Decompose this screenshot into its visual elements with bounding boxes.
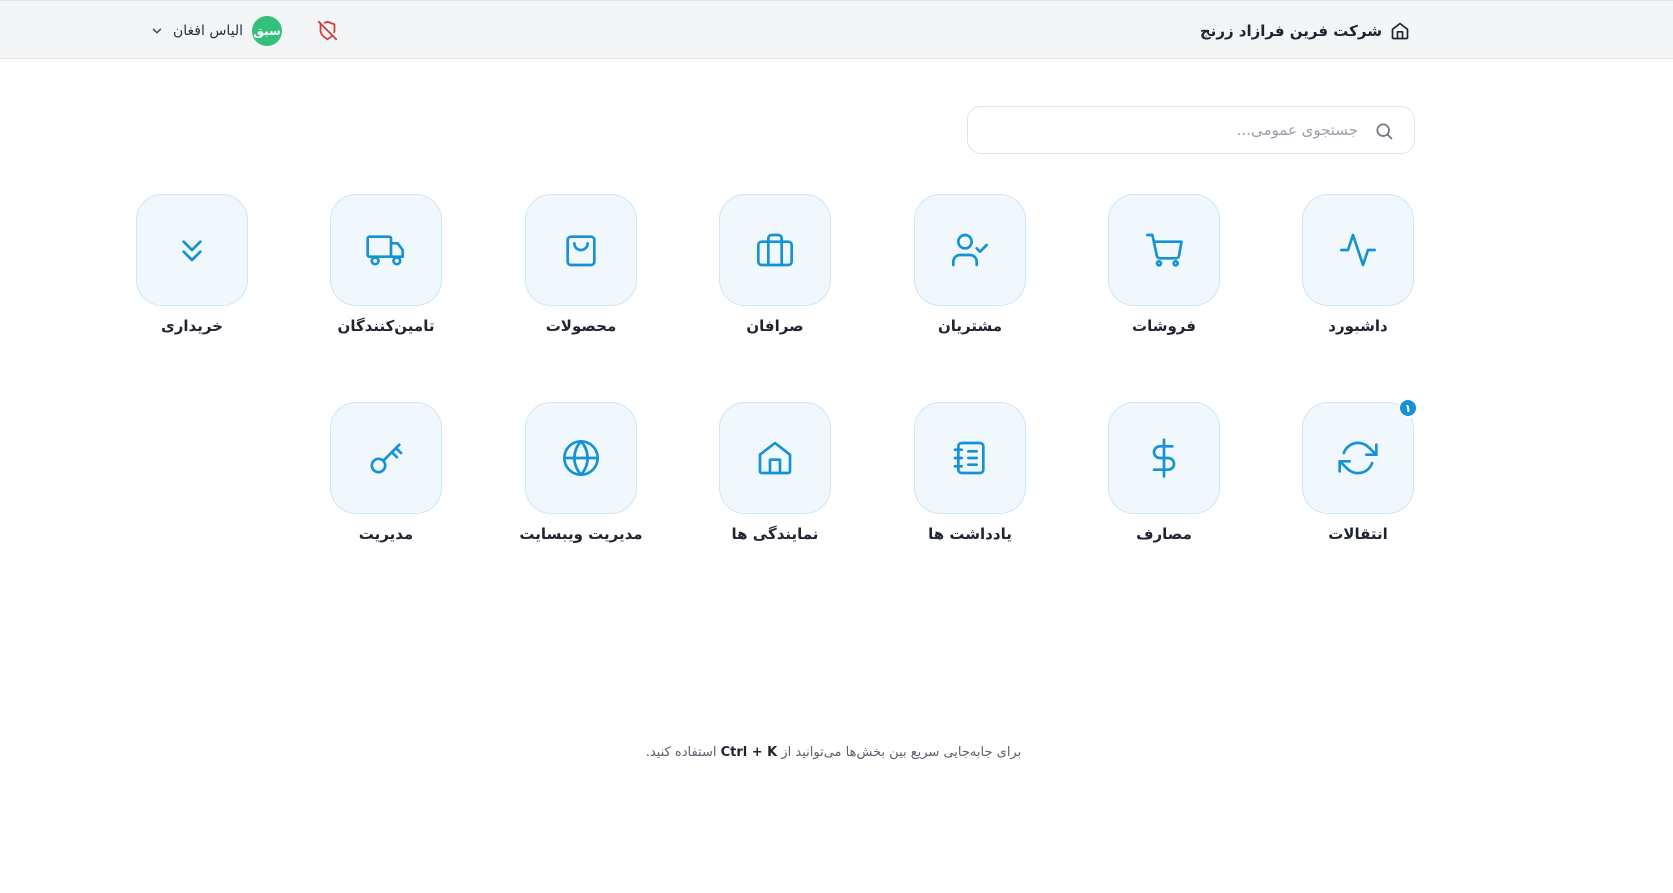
module-label: فروشات xyxy=(1132,317,1196,335)
hint-text-after: استفاده کنید. xyxy=(645,745,717,760)
module-icon-box xyxy=(525,402,637,514)
global-search xyxy=(967,106,1415,154)
module-label: محصولات xyxy=(545,317,617,335)
module-administration[interactable]: مدیریت xyxy=(289,402,483,552)
module-suppliers[interactable]: تامین‌کنندگان xyxy=(289,194,483,344)
notification-badge: ۱ xyxy=(1398,398,1418,418)
module-transfers[interactable]: ۱ انتقالات xyxy=(1261,398,1455,552)
module-sales[interactable]: فروشات xyxy=(1067,194,1261,344)
top-bar: شرکت فرین فرازاد زرنج الیاس افغان سبق xyxy=(0,0,1673,59)
module-label: خریداری xyxy=(161,317,223,335)
keyboard-shortcut: Ctrl + K xyxy=(720,745,778,760)
home-icon xyxy=(1391,22,1409,40)
module-label: مشتریان xyxy=(937,317,1003,335)
home-icon xyxy=(758,441,792,475)
module-label: داشبورد xyxy=(1328,317,1388,335)
module-icon-box xyxy=(330,194,442,306)
module-icon-box xyxy=(525,194,637,306)
module-label: مصارف xyxy=(1136,525,1192,543)
module-icon-box xyxy=(914,194,1026,306)
module-exchangers[interactable]: صرافان xyxy=(678,194,872,344)
module-icon-box xyxy=(136,194,248,306)
module-products[interactable]: محصولات xyxy=(484,194,678,344)
search-icon xyxy=(1376,123,1393,140)
module-label: تامین‌کنندگان xyxy=(337,317,435,335)
key-icon xyxy=(370,443,403,474)
user-menu[interactable]: الیاس افغان سبق xyxy=(150,16,283,46)
refresh-icon xyxy=(1338,441,1378,475)
module-icon-box xyxy=(1108,402,1220,514)
module-icon-box xyxy=(330,402,442,514)
module-website-management[interactable]: مدیریت ویبسایت xyxy=(484,402,678,552)
module-icon-box: ۱ xyxy=(1302,398,1418,514)
module-icon-box xyxy=(1108,194,1220,306)
module-agencies[interactable]: نمایندگی ها xyxy=(678,402,872,552)
module-icon-box xyxy=(719,194,831,306)
shopping-bag-icon xyxy=(566,235,596,267)
cart-icon xyxy=(1146,233,1183,267)
dollar-icon xyxy=(1152,438,1176,478)
company-name: شرکت فرین فرازاد زرنج xyxy=(1199,22,1382,40)
search-input[interactable] xyxy=(998,115,1358,145)
chevron-down-icon xyxy=(152,28,162,34)
user-check-icon xyxy=(952,233,988,267)
shield-off-icon[interactable] xyxy=(317,20,338,41)
module-label: مدیریت xyxy=(358,525,414,543)
avatar: سبق xyxy=(252,16,283,46)
hint-text-before: برای جابه‌جایی سریع بین بخش‌ها می‌توانید… xyxy=(781,745,1022,760)
module-label: انتقالات xyxy=(1328,525,1388,543)
module-customers[interactable]: مشتریان xyxy=(873,194,1067,344)
module-notes[interactable]: یادداشت ها xyxy=(873,402,1067,552)
module-label: مدیریت ویبسایت xyxy=(519,525,643,543)
module-label: صرافان xyxy=(746,317,804,335)
user-name: الیاس افغان xyxy=(173,23,244,39)
chevrons-down-icon xyxy=(182,240,202,262)
notebook-icon xyxy=(953,441,985,475)
module-purchasing[interactable]: خریداری xyxy=(95,194,289,344)
module-label: نمایندگی ها xyxy=(731,525,819,543)
module-icon-box xyxy=(914,402,1026,514)
shortcut-hint: برای جابه‌جایی سریع بین بخش‌ها می‌توانید… xyxy=(500,745,1167,760)
activity-icon xyxy=(1340,233,1376,267)
module-label: یادداشت ها xyxy=(928,525,1012,543)
briefcase-icon xyxy=(757,233,793,267)
globe-icon xyxy=(563,440,599,476)
module-icon-box xyxy=(719,402,831,514)
module-dashboard[interactable]: داشبورد xyxy=(1261,194,1455,344)
company-link[interactable]: شرکت فرین فرازاد زرنج xyxy=(1200,19,1410,43)
module-icon-box xyxy=(1302,194,1414,306)
truck-icon xyxy=(366,235,404,266)
module-expenses[interactable]: مصارف xyxy=(1067,402,1261,552)
